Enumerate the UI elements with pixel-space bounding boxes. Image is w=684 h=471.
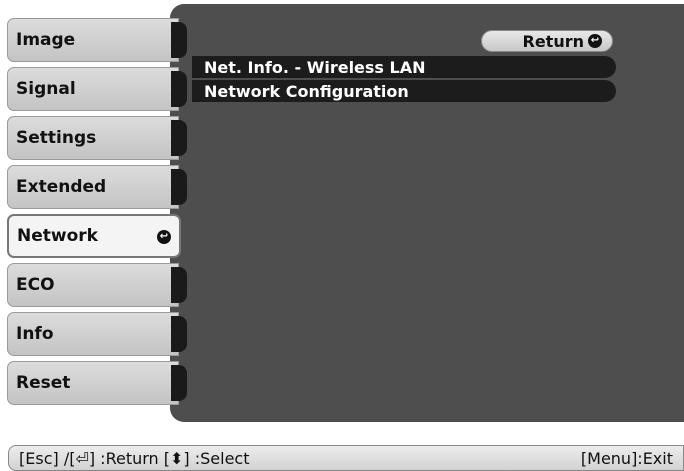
menu-item-label: Extended [16, 177, 107, 197]
menu-item-label: Network [17, 226, 98, 246]
menu-item-image[interactable]: Image [7, 18, 187, 62]
submenu-item-wireless-lan[interactable]: Net. Info. - Wireless LAN [192, 56, 616, 78]
menu-item-info[interactable]: Info [7, 312, 187, 356]
menu-item-reset[interactable]: Reset [7, 361, 187, 405]
help-bar: [Esc] /[⏎] :Return [⬍] :Select [Menu]:Ex… [8, 445, 684, 471]
menu-item-label: Image [16, 30, 76, 50]
enter-icon: ↩ [157, 230, 171, 244]
submenu-item-label: Network Configuration [204, 81, 409, 101]
menu-item-signal[interactable]: Signal [7, 67, 187, 111]
submenu-item-network-configuration[interactable]: Network Configuration [192, 80, 616, 102]
menu-item-eco[interactable]: ECO [7, 263, 187, 307]
menu-item-label: Reset [16, 373, 71, 393]
help-bar-navigation-hint: [Esc] /[⏎] :Return [⬍] :Select [19, 448, 250, 468]
menu-item-label: ECO [16, 275, 55, 295]
menu-item-extended[interactable]: Extended [7, 165, 187, 209]
help-bar-exit-hint: [Menu]:Exit [580, 448, 673, 468]
menu-item-label: Signal [16, 79, 76, 99]
enter-icon: ↩ [588, 34, 602, 48]
projector-menu-screen: Image Signal Settings Extended Network ↩… [0, 0, 684, 471]
menu-item-network[interactable]: Network ↩ [7, 214, 181, 258]
menu-item-label: Settings [16, 128, 97, 148]
menu-item-settings[interactable]: Settings [7, 116, 187, 160]
submenu-item-label: Net. Info. - Wireless LAN [204, 57, 426, 77]
menu-item-label: Info [16, 324, 54, 344]
return-button[interactable]: Return ↩ [481, 30, 613, 52]
return-label: Return [522, 31, 585, 51]
